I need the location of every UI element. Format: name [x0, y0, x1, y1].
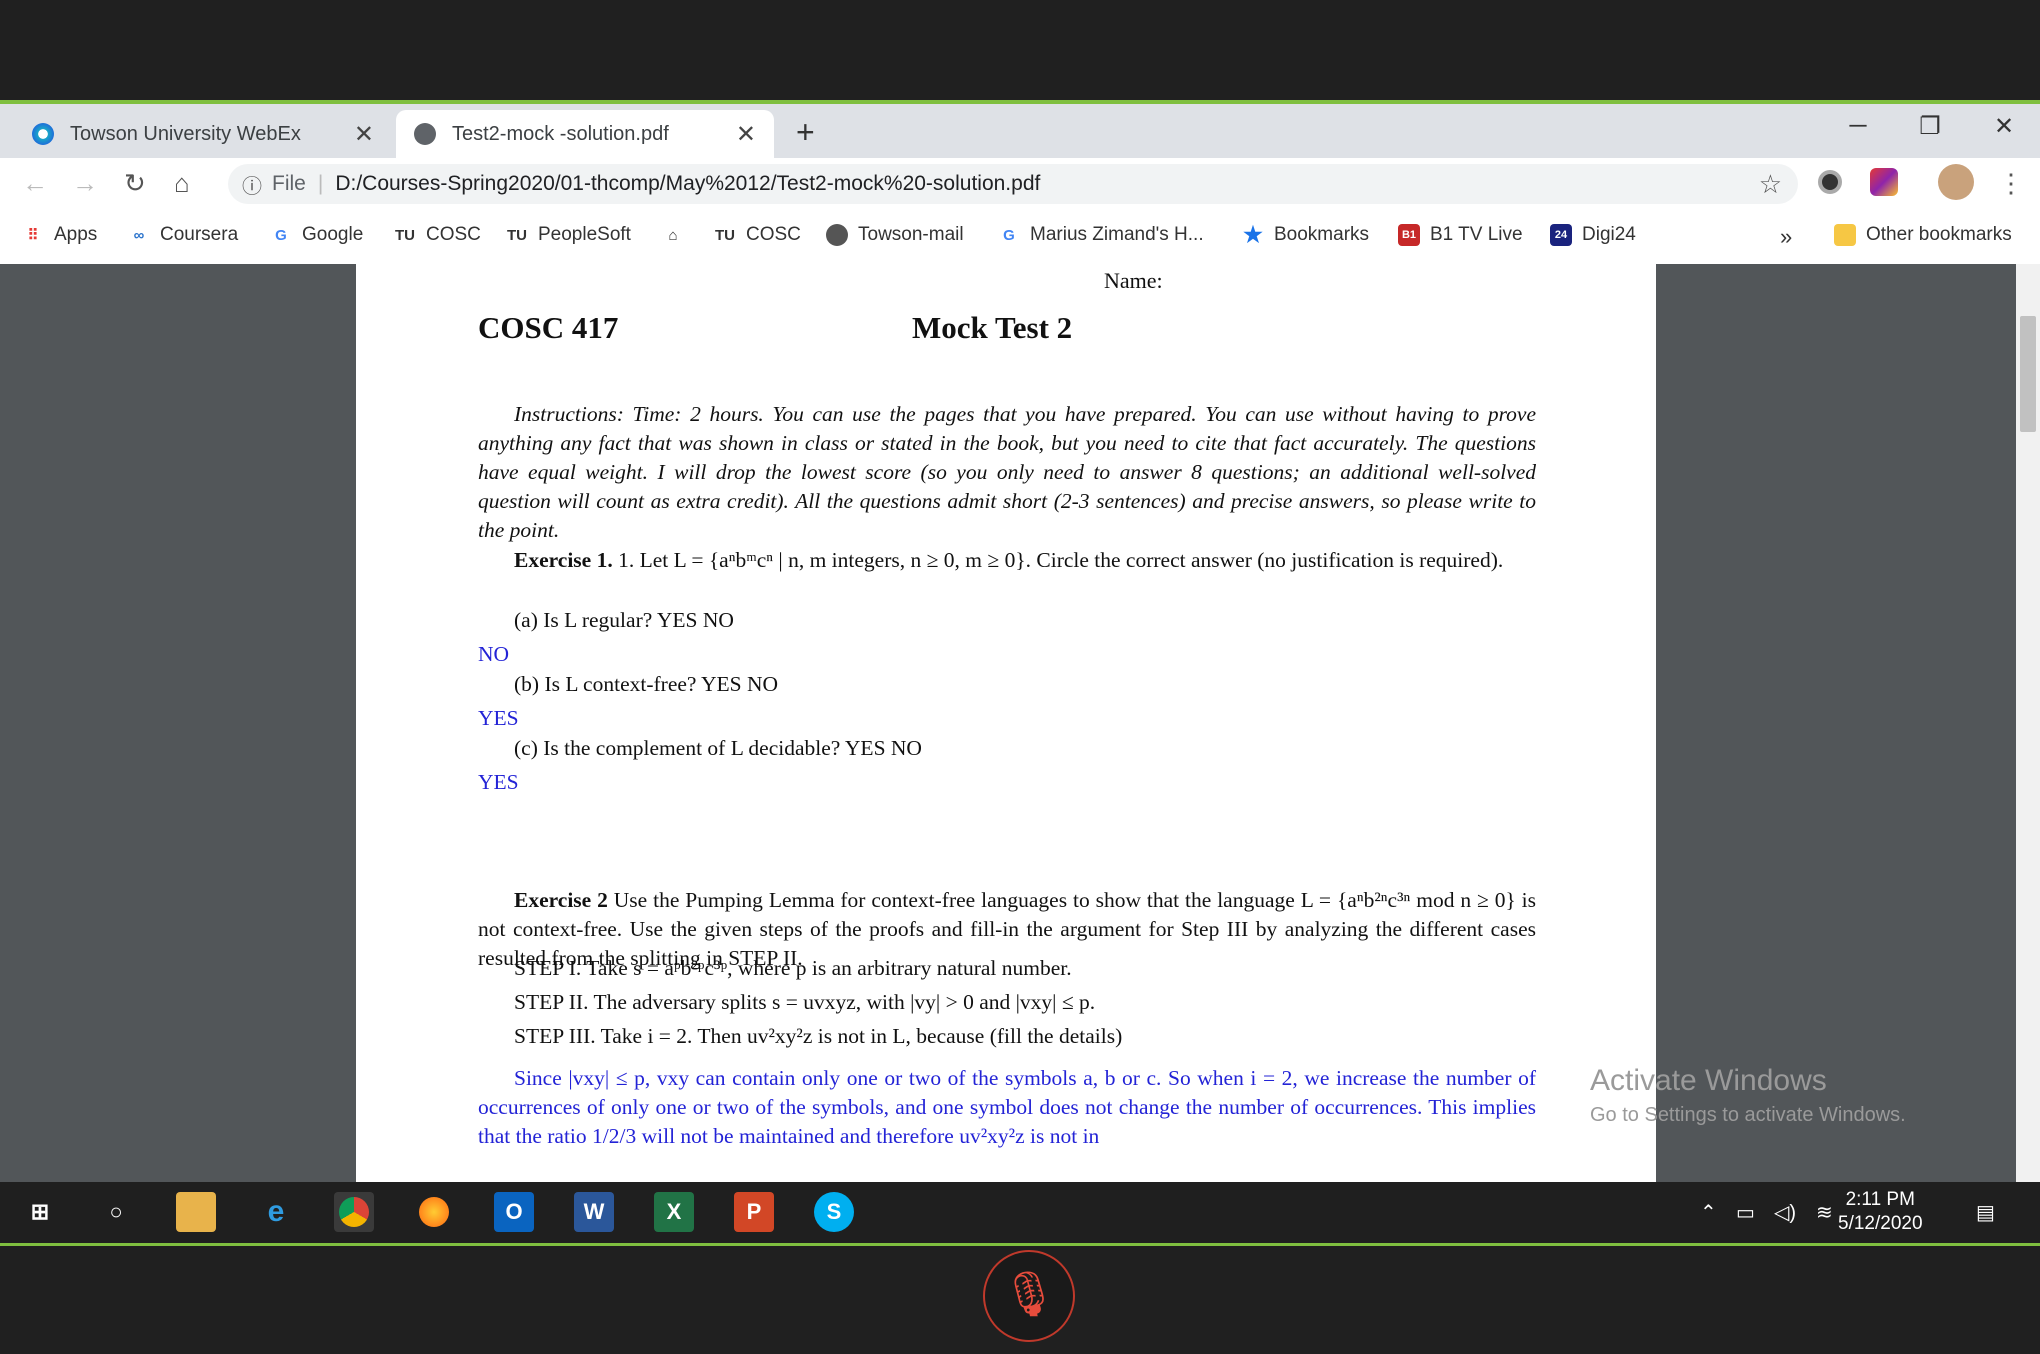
extension-icon[interactable] — [1818, 170, 1842, 194]
step-3: STEP III. Take i = 2. Then uv²xy²z is no… — [514, 1024, 1123, 1048]
close-window-icon[interactable]: ✕ — [1984, 112, 2024, 141]
webex-icon — [32, 123, 54, 145]
file-explorer-icon[interactable] — [176, 1192, 216, 1232]
excel-icon[interactable]: X — [654, 1192, 694, 1232]
bookmark-bookmarks[interactable]: ★ Bookmarks — [1242, 222, 1369, 247]
exercise-2-heading: Exercise 2 — [514, 888, 608, 912]
chevron-up-icon[interactable]: ⌃ — [1700, 1200, 1717, 1225]
mute-microphone-button[interactable]: 🎙 — [983, 1250, 1075, 1342]
name-field-label: Name: — [1104, 268, 1163, 293]
step-1: STEP I. Take s = aᵖb²ᵖc³ᵖ, where p is an… — [514, 956, 1072, 980]
bookmark-peoplesoft[interactable]: TU PeopleSoft — [506, 224, 631, 246]
restore-icon[interactable]: ❐ — [1910, 112, 1950, 141]
volume-icon[interactable]: ◁) — [1774, 1200, 1796, 1225]
question-c: (c) Is the complement of L decidable? YE… — [514, 736, 922, 760]
folder-icon — [1834, 224, 1856, 246]
course-code: COSC 417 — [478, 310, 619, 345]
forward-icon[interactable]: → — [72, 168, 98, 199]
bookmark-apps[interactable]: ⠿ Apps — [22, 224, 98, 246]
info-icon[interactable]: ⓘ — [242, 170, 262, 199]
reload-icon[interactable]: ↻ — [124, 168, 146, 199]
menu-icon[interactable]: ⋮ — [1998, 168, 2024, 199]
wifi-icon[interactable]: ≋ — [1816, 1200, 1833, 1225]
clock[interactable]: 2:11 PM 5/12/2020 — [1838, 1188, 1923, 1236]
tu-icon: TU — [395, 226, 415, 244]
google-icon: G — [1003, 226, 1015, 244]
solution-text: Since |vxy| ≤ p, vxy can contain only on… — [478, 1066, 1536, 1148]
outlook-icon[interactable]: O — [494, 1192, 534, 1232]
shared-screen: Towson University WebEx ✕ Test2-mock -so… — [0, 100, 2040, 1246]
tu-icon: TU — [507, 226, 527, 244]
tab-webex[interactable]: Towson University WebEx ✕ — [14, 110, 392, 158]
google-icon: G — [275, 226, 287, 244]
globe-icon — [826, 224, 848, 246]
bookmark-coursera[interactable]: ∞ Coursera — [128, 224, 239, 246]
bookmark-site-icon: ⌂ — [668, 226, 678, 244]
battery-icon[interactable]: ▭ — [1736, 1200, 1755, 1225]
firefox-icon[interactable] — [414, 1192, 454, 1232]
word-icon[interactable]: W — [574, 1192, 614, 1232]
bookmark-cosc[interactable]: TU COSC — [394, 224, 481, 246]
windows-start-icon[interactable]: ⊞ — [20, 1192, 60, 1232]
home-icon[interactable]: ⌂ — [174, 168, 190, 199]
apps-grid-icon: ⠿ — [27, 227, 39, 244]
document-title: Mock Test 2 — [912, 310, 1073, 345]
step-2: STEP II. The adversary splits s = uvxyz,… — [514, 990, 1096, 1014]
activate-windows-watermark: Activate Windows Go to Settings to activ… — [1590, 1064, 1906, 1126]
close-tab-icon[interactable]: ✕ — [354, 120, 374, 149]
notification-icon[interactable]: ▤ — [1976, 1200, 1995, 1225]
url-scheme-label: File — [272, 172, 306, 195]
bookmarks-bar: ⠿ Apps ∞ Coursera G Google TU COSC TU PeopleS… — [0, 210, 2040, 265]
powerpoint-icon[interactable]: P — [734, 1192, 774, 1232]
internet-explorer-icon[interactable]: e — [256, 1192, 296, 1232]
new-tab-button[interactable]: + — [796, 114, 815, 151]
globe-icon — [414, 123, 436, 145]
b1tv-icon: B1 — [1398, 224, 1420, 246]
tab-strip: Towson University WebEx ✕ Test2-mock -so… — [0, 104, 2040, 158]
tab-pdf[interactable]: Test2-mock -solution.pdf ✕ — [396, 110, 774, 158]
question-a: (a) Is L regular? YES NO — [514, 608, 734, 632]
answer-c: YES — [478, 770, 519, 794]
avatar[interactable] — [1938, 164, 1974, 200]
question-b: (b) Is L context-free? YES NO — [514, 672, 779, 696]
other-bookmarks[interactable]: Other bookmarks — [1834, 224, 2012, 246]
bookmark-unnamed[interactable]: ⌂ — [662, 224, 694, 246]
close-tab-icon[interactable]: ✕ — [736, 120, 756, 149]
extension-icon[interactable] — [1870, 168, 1898, 196]
coursera-icon: ∞ — [133, 226, 145, 244]
minimize-icon[interactable]: ─ — [1838, 112, 1878, 140]
exercise-1-heading: Exercise 1. — [514, 548, 613, 572]
toolbar: ← → ↻ ⌂ ⓘ File | D:/Courses-Spring2020/0… — [0, 158, 2040, 210]
pdf-page: Name: COSC 417 Mock Test 2 Instructions:… — [356, 264, 1656, 1182]
more-bookmarks-button[interactable]: » — [1780, 224, 1792, 250]
bookmark-digi24[interactable]: 24 Digi24 — [1550, 224, 1636, 246]
url-text[interactable]: D:/Courses-Spring2020/01-thcomp/May%2012… — [335, 172, 1040, 196]
star-icon: ★ — [1243, 222, 1263, 247]
answer-a: NO — [478, 642, 510, 666]
browser-chrome: Towson University WebEx ✕ Test2-mock -so… — [0, 104, 2040, 265]
search-icon[interactable]: ○ — [96, 1192, 136, 1232]
digi24-icon: 24 — [1550, 224, 1572, 246]
bookmark-google[interactable]: G Google — [270, 224, 363, 246]
tu-icon: TU — [715, 226, 735, 244]
bookmark-star-icon[interactable]: ☆ — [1759, 169, 1782, 200]
scrollbar-thumb[interactable] — [2020, 316, 2036, 432]
url-separator: | — [317, 172, 324, 195]
back-icon[interactable]: ← — [22, 168, 48, 199]
scrollbar[interactable] — [2016, 264, 2040, 1182]
top-black-bar — [0, 0, 2040, 100]
bookmark-cosc-2[interactable]: TU COSC — [714, 224, 801, 246]
chrome-icon[interactable] — [334, 1192, 374, 1232]
instructions: Instructions: Time: 2 hours. You can use… — [478, 402, 1536, 542]
bookmark-towson-mail[interactable]: Towson-mail — [826, 224, 964, 246]
exercise-1-text: 1. Let L = {aⁿbᵐcⁿ | n, m integers, n ≥ … — [612, 548, 1504, 572]
bookmark-marius[interactable]: G Marius Zimand's H... — [998, 224, 1203, 246]
exercise-1: Exercise 1. 1. Let L = {aⁿbᵐcⁿ | n, m in… — [478, 546, 1536, 575]
skype-icon[interactable]: S — [814, 1192, 854, 1232]
bookmark-b1tv[interactable]: B1 B1 TV Live — [1398, 224, 1523, 246]
answer-b: YES — [478, 706, 519, 730]
pdf-viewer: Name: COSC 417 Mock Test 2 Instructions:… — [0, 264, 2040, 1182]
address-bar[interactable]: ⓘ File | D:/Courses-Spring2020/01-thcomp… — [228, 164, 1798, 204]
taskbar: ⊞ ○ e O W X P S ⌃ ▭ ◁) ≋ 2:11 PM 5/12/202… — [0, 1182, 2040, 1243]
